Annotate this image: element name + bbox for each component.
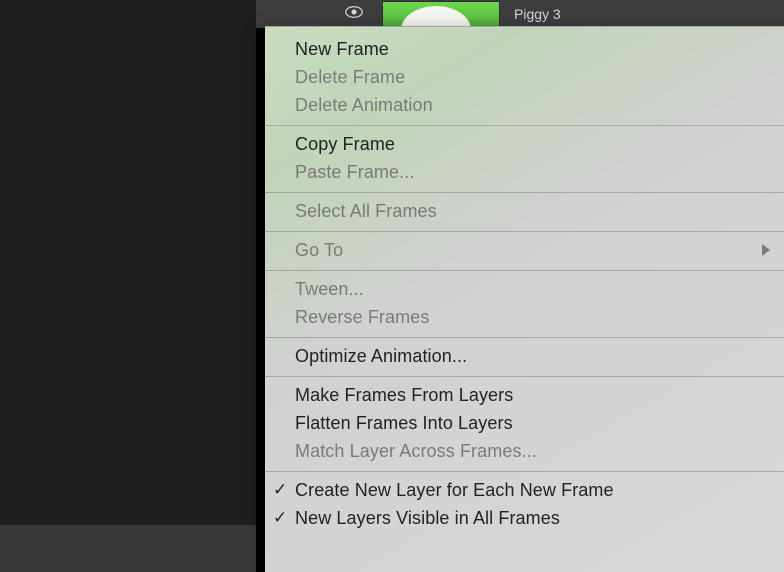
menu-new-layers-visible-all-frames[interactable]: ✓ New Layers Visible in All Frames (265, 504, 784, 532)
menu-reverse-frames[interactable]: Reverse Frames (265, 303, 784, 331)
menu-new-layers-visible-all-frames-label: New Layers Visible in All Frames (295, 508, 560, 529)
visibility-toggle[interactable] (326, 5, 382, 23)
menu-paste-frame[interactable]: Paste Frame... (265, 158, 784, 186)
menu-flatten-frames-into-layers[interactable]: Flatten Frames Into Layers (265, 409, 784, 437)
menu-create-new-layer-each-frame[interactable]: ✓ Create New Layer for Each New Frame (265, 476, 784, 504)
menu-create-new-layer-each-frame-label: Create New Layer for Each New Frame (295, 480, 614, 501)
layer-name-label[interactable]: Piggy 3 (514, 6, 561, 22)
checkmark-icon: ✓ (273, 480, 287, 500)
menu-go-to-label: Go To (295, 240, 343, 261)
layer-thumbnail[interactable] (382, 1, 500, 27)
menu-make-frames-from-layers[interactable]: Make Frames From Layers (265, 381, 784, 409)
timeline-panel-menu: New Frame Delete Frame Delete Animation … (265, 26, 784, 572)
canvas-bottom-bar (0, 525, 256, 572)
menu-go-to[interactable]: Go To (265, 236, 784, 264)
checkmark-icon: ✓ (273, 508, 287, 528)
canvas-area[interactable] (0, 0, 256, 525)
menu-delete-frame[interactable]: Delete Frame (265, 63, 784, 91)
layers-row[interactable]: Piggy 3 (256, 0, 784, 28)
menu-tween[interactable]: Tween... (265, 275, 784, 303)
menu-new-frame[interactable]: New Frame (265, 35, 784, 63)
menu-match-layer-across-frames[interactable]: Match Layer Across Frames... (265, 437, 784, 465)
eye-icon (345, 5, 363, 23)
menu-delete-animation[interactable]: Delete Animation (265, 91, 784, 119)
submenu-arrow-icon (762, 244, 770, 256)
menu-copy-frame[interactable]: Copy Frame (265, 130, 784, 158)
menu-optimize-animation[interactable]: Optimize Animation... (265, 342, 784, 370)
menu-select-all-frames[interactable]: Select All Frames (265, 197, 784, 225)
